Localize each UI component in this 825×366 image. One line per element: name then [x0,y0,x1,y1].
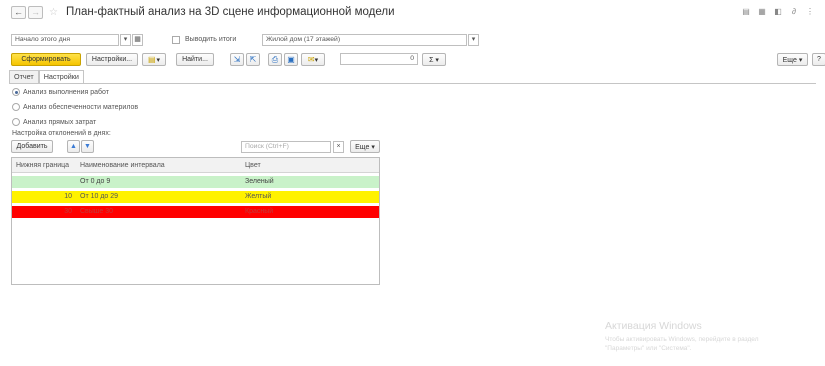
tab-bar: Отчет Настройки [9,70,84,83]
help-button[interactable]: ? [812,53,825,66]
cell-name: От 10 до 29 [80,193,119,200]
page-title: План-фактный анализ на 3D сцене информац… [65,6,395,18]
cell-color: Красный [245,208,274,215]
report-variant-icon: ▤ [147,55,156,64]
table-row[interactable]: 30 Свыше 30 Красный [12,206,379,218]
tab-report[interactable]: Отчет [9,70,39,83]
collapse-icon: ⇱ [249,55,257,64]
calendar-button[interactable]: ▦ [132,34,143,46]
number-input[interactable]: 0 [340,53,418,65]
save-report-button[interactable]: ▣ [284,53,298,66]
radio-label: Анализ прямых затрат [23,118,97,126]
cell-lower [12,176,76,188]
variant-button[interactable]: ▤ ▾ [142,53,166,66]
generate-button[interactable]: Сформировать [11,53,81,66]
variant-dropdown-arrow: ▾ [156,56,161,64]
title-toolbar: ▤ ▦ ◧ ∂ ⋮ [741,6,815,16]
save-icon[interactable]: ▦ [757,6,767,16]
table-header: Нижняя граница Наименование интервала Цв… [12,158,379,173]
radio-materials-analysis[interactable]: Анализ обеспеченности материлов [12,103,138,111]
print-button[interactable]: ⎙ [268,53,282,66]
cell-color: Зеленый [245,178,274,185]
more-icon[interactable]: ⋮ [805,6,815,16]
watermark-line: Чтобы активировать Windows, перейдите в … [605,336,759,343]
column-header-color[interactable]: Цвет [241,158,379,172]
radio-button[interactable] [12,118,20,126]
sum-button[interactable]: Σ ▾ [422,53,446,66]
cell-lower: 30 [64,208,72,215]
watermark-title: Активация Windows [605,320,702,332]
add-button[interactable]: Добавить [11,140,53,153]
column-header-lower[interactable]: Нижняя граница [12,158,76,172]
link-icon[interactable]: ∂ [789,6,799,16]
radio-label: Анализ выполнения работ [23,88,109,96]
cell-color: Желтый [245,193,272,200]
deviation-table[interactable]: Нижняя граница Наименование интервала Цв… [11,157,380,285]
clear-search-button[interactable]: × [333,141,344,153]
move-up-button[interactable]: ▲ [67,140,80,153]
period-input[interactable]: Начало этого дня [11,34,119,46]
floppy-icon: ▣ [287,55,295,64]
totals-checkbox[interactable] [172,36,180,44]
activation-watermark: Активация Windows Чтобы активировать Win… [605,320,759,353]
ref-icon[interactable]: ◧ [773,6,783,16]
settings-button[interactable]: Настройки... [86,53,138,66]
forward-button[interactable]: → [28,5,43,19]
mail-button[interactable]: ✉ ▾ [301,53,325,66]
favorite-star-icon[interactable]: ☆ [49,7,58,18]
title-bar: ← → ☆ План-фактный анализ на 3D сцене ин… [0,0,825,24]
expand-button[interactable]: ⇲ [230,53,244,66]
more-button[interactable]: Еще ▾ [777,53,808,66]
building-dropdown-button[interactable]: ▾ [468,34,479,46]
radio-button[interactable] [12,103,20,111]
mail-icon: ✉ [307,55,315,64]
radio-costs-analysis[interactable]: Анализ прямых затрат [12,118,96,126]
grid-more-button[interactable]: Еще ▾ [350,140,380,153]
totals-label: Выводить итоги [185,36,237,43]
move-down-button[interactable]: ▼ [81,140,94,153]
table-row[interactable]: От 0 до 9 Зеленый [12,176,379,188]
table-row[interactable]: 10 От 10 до 29 Желтый [12,191,379,203]
cell-lower: 10 [64,193,72,200]
cell-name: От 0 до 9 [80,178,111,185]
expand-icon: ⇲ [233,55,241,64]
radio-work-analysis[interactable]: Анализ выполнения работ [12,88,109,96]
tab-settings[interactable]: Настройки [38,70,84,83]
cell-name: Свыше 30 [80,208,114,215]
building-input[interactable]: Жилой дом (17 этажей) [262,34,467,46]
print-icon[interactable]: ▤ [741,6,751,16]
column-header-name[interactable]: Наименование интервала [76,158,241,172]
deviation-caption: Настройка отклонений в днях: [12,130,111,137]
mail-dropdown-arrow: ▾ [314,56,319,64]
back-button[interactable]: ← [11,5,26,19]
search-input[interactable]: Поиск (Ctrl+F) [241,141,331,153]
radio-label: Анализ обеспеченности материлов [23,103,139,111]
printer-icon: ⎙ [271,54,279,64]
period-dropdown-button[interactable]: ▾ [120,34,131,46]
radio-button[interactable] [12,88,20,96]
watermark-line: "Параметры" или "Система". [605,345,692,352]
tab-divider [9,83,816,84]
find-button[interactable]: Найти... [176,53,214,66]
collapse-button[interactable]: ⇱ [246,53,260,66]
